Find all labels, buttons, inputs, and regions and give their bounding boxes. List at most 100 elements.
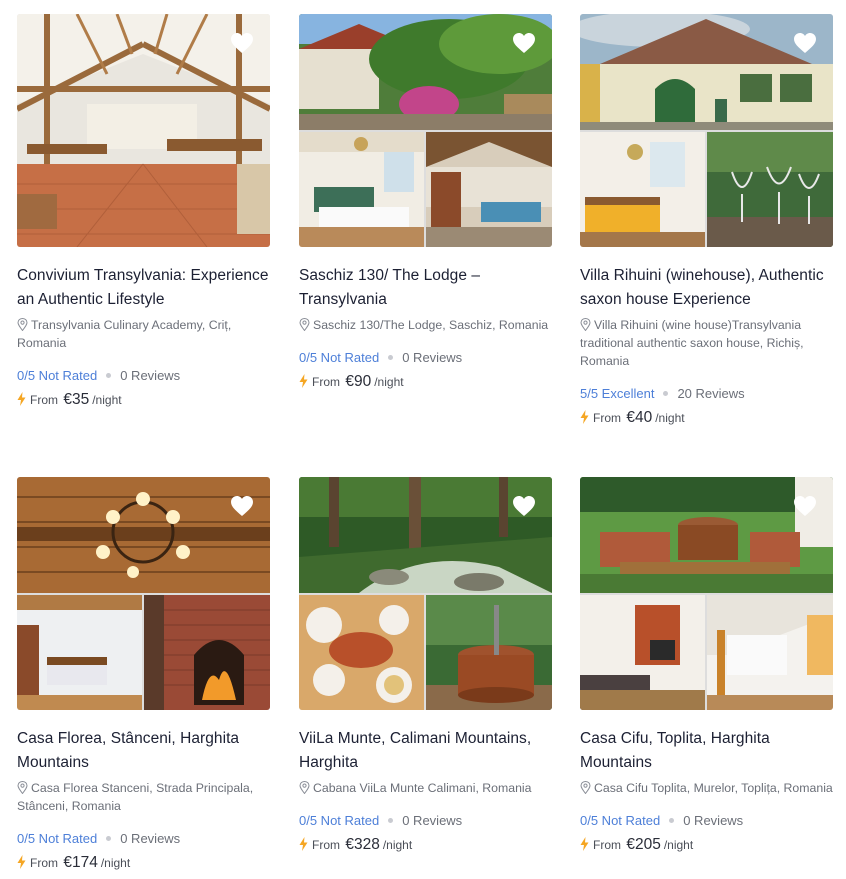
listing-card[interactable]: Casa Florea, Stânceni, Harghita Mountain… (17, 477, 270, 873)
bedroom-photo (580, 132, 705, 247)
separator-dot (388, 355, 394, 360)
listing-address: Cabana ViiLa Munte Calimani, Romania (299, 779, 552, 797)
rustic-bedroom-photo (17, 595, 142, 710)
lightning-bolt-icon (17, 855, 26, 869)
separator-dot (106, 373, 112, 378)
rating-row: 0/5 Not Rated 0 Reviews (299, 349, 552, 367)
heart-icon[interactable] (230, 32, 254, 54)
lightning-bolt-icon (299, 837, 308, 851)
attic-bedroom-photo (707, 595, 833, 710)
review-count: 20 Reviews (677, 386, 745, 401)
rating-row: 0/5 Not Rated 0 Reviews (580, 812, 833, 830)
address-text: Transylvania Culinary Academy, Criț, Rom… (17, 318, 232, 350)
covered-terrace-photo (426, 132, 552, 247)
listing-title[interactable]: ViiLa Munte, Calimani Mountains, Harghit… (299, 727, 552, 775)
from-label: From (593, 838, 621, 852)
address-text: Casa Cifu Toplita, Murelor, Toplița, Rom… (594, 781, 833, 795)
review-count: 0 Reviews (683, 813, 744, 828)
listing-photo[interactable] (580, 14, 833, 247)
per-night-label: /night (374, 375, 404, 389)
per-night-label: /night (663, 838, 694, 852)
listing-title[interactable]: Casa Cifu, Toplita, Harghita Mountains (580, 727, 833, 775)
listing-card[interactable]: ViiLa Munte, Calimani Mountains, Harghit… (299, 477, 552, 855)
listing-title[interactable]: Villa Rihuini (winehouse), Authentic sax… (580, 264, 833, 312)
rating-row: 5/5 Excellent 20 Reviews (580, 385, 833, 403)
address-text: Casa Florea Stanceni, Strada Principala,… (17, 781, 254, 813)
map-pin-icon (17, 781, 28, 794)
price-amount: €328 (345, 836, 380, 853)
from-label: From (312, 838, 340, 852)
listing-card[interactable]: Saschiz 130/ The Lodge – Transylvania Sa… (299, 14, 552, 392)
rating-score[interactable]: 5/5 Excellent (580, 386, 654, 401)
listing-address: Saschiz 130/The Lodge, Saschiz, Romania (299, 316, 552, 334)
from-label: From (312, 375, 340, 389)
listing-photo[interactable] (299, 477, 552, 710)
rating-score[interactable]: 0/5 Not Rated (17, 368, 97, 383)
review-count: 0 Reviews (402, 350, 463, 365)
listing-photo[interactable] (17, 477, 270, 710)
map-pin-icon (299, 781, 310, 794)
rating-row: 0/5 Not Rated 0 Reviews (17, 830, 270, 848)
review-count: 0 Reviews (120, 831, 181, 846)
heart-icon[interactable] (512, 32, 536, 54)
food-platter-photo (299, 595, 424, 710)
lightning-bolt-icon (17, 392, 26, 406)
heart-icon[interactable] (512, 495, 536, 517)
separator-dot (669, 818, 675, 823)
price-amount: €40 (626, 409, 653, 426)
review-count: 0 Reviews (120, 368, 181, 383)
separator-dot (663, 391, 669, 396)
listing-photo[interactable] (299, 14, 552, 247)
per-night-label: /night (92, 393, 122, 407)
map-pin-icon (299, 318, 310, 331)
listing-address: Casa Cifu Toplita, Murelor, Toplița, Rom… (580, 779, 833, 797)
address-text: Saschiz 130/The Lodge, Saschiz, Romania (313, 318, 549, 332)
price-row: From €40/night (580, 408, 833, 428)
listing-photo[interactable] (17, 14, 270, 247)
price-row: From €90/night (299, 372, 552, 392)
rating-score[interactable]: 0/5 Not Rated (299, 813, 379, 828)
price-row: From €35/night (17, 390, 270, 410)
rating-score[interactable]: 0/5 Not Rated (299, 350, 379, 365)
per-night-label: /night (655, 411, 685, 425)
listing-address: Transylvania Culinary Academy, Criț, Rom… (17, 316, 270, 352)
brick-fireplace-photo (144, 595, 270, 710)
lightning-bolt-icon (580, 410, 589, 424)
price-amount: €174 (63, 854, 98, 871)
price-amount: €90 (345, 373, 372, 390)
listing-address: Casa Florea Stanceni, Strada Principala,… (17, 779, 270, 815)
listing-title[interactable]: Casa Florea, Stânceni, Harghita Mountain… (17, 727, 270, 775)
lightning-bolt-icon (580, 837, 589, 851)
listing-card[interactable]: Casa Cifu, Toplita, Harghita Mountains C… (580, 477, 833, 855)
listing-card[interactable]: Villa Rihuini (winehouse), Authentic sax… (580, 14, 833, 428)
heart-icon[interactable] (793, 495, 817, 517)
listing-title[interactable]: Saschiz 130/ The Lodge – Transylvania (299, 264, 552, 312)
price-row: From €328/night (299, 835, 552, 855)
listings-grid: Convivium Transylvania: Experience an Au… (0, 0, 846, 879)
from-label: From (593, 411, 621, 425)
price-row: From €205/night (580, 835, 833, 855)
rating-row: 0/5 Not Rated 0 Reviews (299, 812, 552, 830)
rating-row: 0/5 Not Rated 0 Reviews (17, 367, 270, 385)
price-amount: €205 (626, 836, 661, 853)
map-pin-icon (580, 781, 591, 794)
heart-icon[interactable] (230, 495, 254, 517)
lightning-bolt-icon (299, 374, 308, 388)
rating-score[interactable]: 0/5 Not Rated (17, 831, 97, 846)
review-count: 0 Reviews (402, 813, 463, 828)
wine-glasses-photo (707, 132, 833, 247)
listing-address: Villa Rihuini (wine house)Transylvania t… (580, 316, 833, 370)
map-pin-icon (580, 318, 591, 331)
address-text: Cabana ViiLa Munte Calimani, Romania (313, 781, 532, 795)
listing-photo[interactable] (580, 477, 833, 710)
listing-card[interactable]: Convivium Transylvania: Experience an Au… (17, 14, 270, 410)
from-label: From (30, 856, 58, 870)
heart-icon[interactable] (793, 32, 817, 54)
rating-score[interactable]: 0/5 Not Rated (580, 813, 660, 828)
per-night-label: /night (100, 856, 131, 870)
separator-dot (106, 836, 112, 841)
separator-dot (388, 818, 394, 823)
address-text: Villa Rihuini (wine house)Transylvania t… (580, 318, 804, 368)
listing-title[interactable]: Convivium Transylvania: Experience an Au… (17, 264, 270, 312)
dining-room-photo (299, 132, 424, 247)
